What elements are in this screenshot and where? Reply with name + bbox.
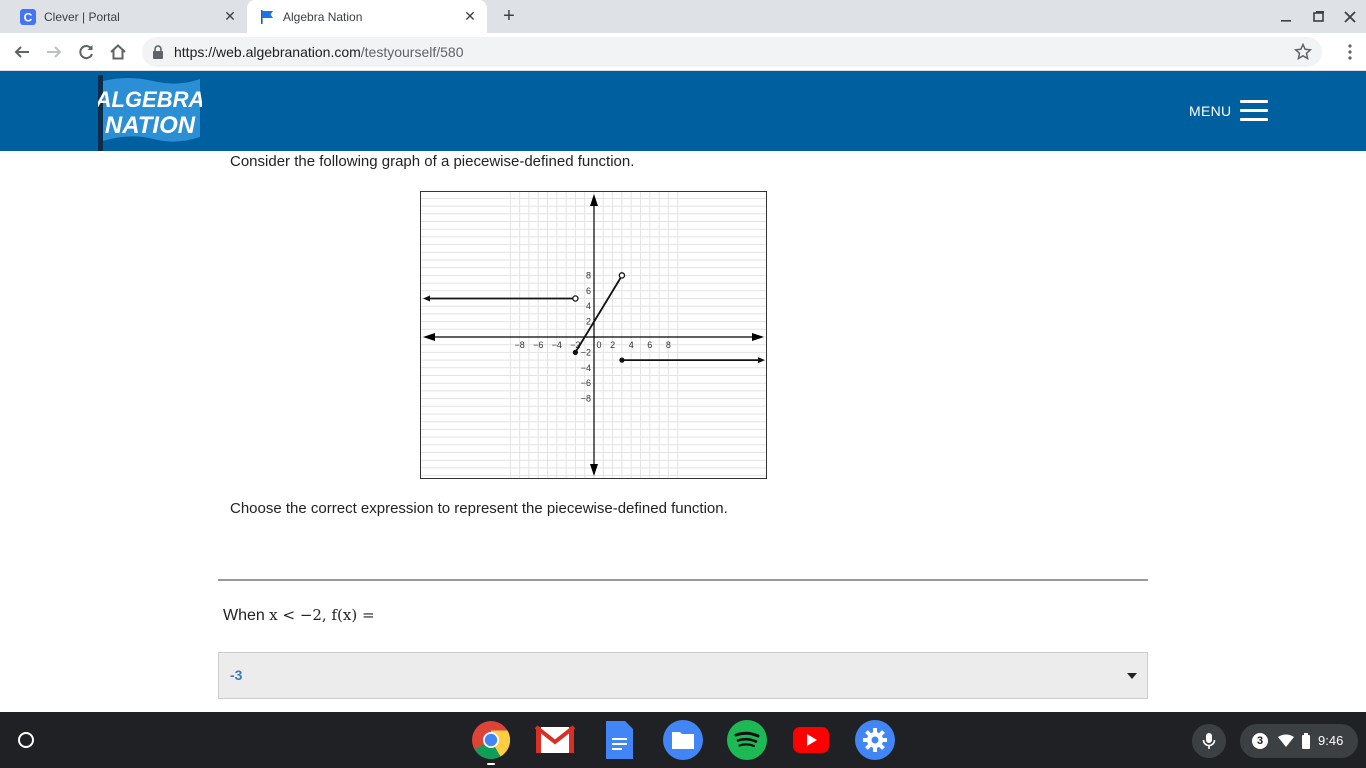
- tab-strip: C Clever | Portal ✕ Algebra Nation ✕ +: [0, 0, 1366, 33]
- x-tick-label: −4: [552, 340, 562, 350]
- new-tab-button[interactable]: +: [495, 3, 523, 31]
- section-divider: [218, 579, 1148, 581]
- y-axis-up-arrow: [590, 194, 598, 206]
- piece-2-open-endpoint: [618, 272, 626, 279]
- spotify-icon[interactable]: [727, 720, 767, 760]
- youtube-icon[interactable]: [791, 720, 831, 760]
- lock-icon: [152, 45, 164, 59]
- x-tick-label: 8: [666, 340, 671, 350]
- docs-icon[interactable]: [599, 720, 639, 760]
- piece-1-open-endpoint: [572, 295, 579, 302]
- y-tick-label: 2: [586, 317, 591, 327]
- piece-3-arrow: [758, 357, 765, 364]
- bookmark-star-icon[interactable]: [1293, 42, 1313, 61]
- piece-1-arrow: [423, 295, 430, 302]
- forward-arrow-icon[interactable]: [40, 38, 68, 66]
- piecewise-graph: −8 −6 −4 −2 0 2 4 6 8 8 6 4 2 −2 −4 −6 −8: [420, 191, 767, 479]
- x-tick-label: 2: [610, 340, 615, 350]
- logo-text-nation: NATION: [105, 112, 196, 139]
- url-text: https://web.algebranation.com/testyourse…: [174, 44, 464, 60]
- chrome-icon[interactable]: [471, 720, 511, 760]
- svg-text:C: C: [24, 10, 33, 24]
- settings-icon[interactable]: [855, 720, 895, 760]
- y-tick-label: −6: [581, 378, 591, 388]
- hamburger-menu-icon[interactable]: [1240, 100, 1268, 122]
- y-tick-label: 4: [586, 301, 591, 311]
- y-tick-label: −2: [581, 347, 591, 357]
- close-tab-icon[interactable]: ✕: [463, 9, 477, 23]
- chevron-down-icon: [1127, 673, 1137, 679]
- active-app-indicator: [487, 763, 495, 765]
- blue-flag-icon: [259, 9, 275, 25]
- x-tick-label: −8: [514, 340, 524, 350]
- y-axis-down-arrow: [590, 464, 598, 476]
- tab-title: Algebra Nation: [283, 9, 363, 24]
- microphone-icon[interactable]: [1192, 724, 1226, 758]
- tab-algebra-nation[interactable]: Algebra Nation ✕: [247, 0, 487, 33]
- status-tray[interactable]: 3 9:46: [1240, 724, 1358, 758]
- condition-math: x < −2, f(x) =: [269, 606, 375, 624]
- x-tick-label: −6: [533, 340, 543, 350]
- url-path: /testyourself/580: [360, 44, 464, 60]
- menu-label[interactable]: MENU: [1189, 103, 1231, 119]
- x-axis-left-arrow: [423, 333, 435, 341]
- algebra-nation-logo[interactable]: ALGEBRA NATION: [95, 75, 204, 151]
- x-tick-label: 0: [596, 340, 601, 350]
- site-header: ALGEBRA NATION MENU: [0, 71, 1366, 151]
- dropdown-selected-value: -3: [230, 667, 243, 683]
- files-icon[interactable]: [663, 720, 703, 760]
- notification-badge: 3: [1252, 733, 1268, 749]
- x-axis-right-arrow: [752, 333, 764, 341]
- browser-toolbar: https://web.algebranation.com/testyourse…: [0, 33, 1366, 71]
- answer-dropdown[interactable]: -3: [218, 652, 1148, 699]
- more-options-icon[interactable]: [1348, 43, 1352, 61]
- tab-clever-portal[interactable]: C Clever | Portal ✕: [0, 0, 247, 33]
- clever-c-icon: C: [20, 8, 36, 25]
- gmail-icon[interactable]: [535, 720, 575, 760]
- address-bar[interactable]: https://web.algebranation.com/testyourse…: [142, 37, 1322, 67]
- restore-window-icon[interactable]: [1307, 6, 1329, 28]
- wifi-icon: [1278, 734, 1294, 753]
- when-word: When: [223, 607, 265, 624]
- home-icon[interactable]: [104, 38, 132, 66]
- y-tick-label: 6: [586, 286, 591, 296]
- main-content: Consider the following graph of a piecew…: [0, 151, 1366, 712]
- battery-icon: [1302, 733, 1310, 754]
- x-tick-label: 6: [647, 340, 652, 350]
- close-window-icon[interactable]: [1339, 6, 1361, 28]
- tab-title: Clever | Portal: [44, 9, 120, 24]
- y-tick-label: −8: [581, 394, 591, 404]
- question-text: Consider the following graph of a piecew…: [230, 153, 635, 170]
- prompt-text: Choose the correct expression to represe…: [230, 500, 728, 517]
- piece-3-closed-endpoint: [619, 357, 625, 363]
- x-tick-label: 4: [629, 340, 634, 350]
- close-tab-icon[interactable]: ✕: [223, 9, 237, 23]
- minimize-icon[interactable]: [1275, 6, 1297, 28]
- os-shelf: 3 9:46: [0, 712, 1366, 768]
- logo-text-algebra: ALGEBRA: [98, 87, 202, 112]
- y-tick-label: −4: [581, 363, 591, 373]
- y-tick-label: 8: [586, 270, 591, 280]
- launcher-icon[interactable]: [18, 732, 34, 748]
- condition-label: When x < −2, f(x) =: [223, 606, 375, 625]
- piece-2-closed-endpoint: [572, 349, 578, 355]
- clock-time: 9:46: [1318, 733, 1344, 748]
- reload-icon[interactable]: [72, 38, 100, 66]
- back-arrow-icon[interactable]: [8, 38, 36, 66]
- url-host: https://web.algebranation.com: [174, 44, 361, 60]
